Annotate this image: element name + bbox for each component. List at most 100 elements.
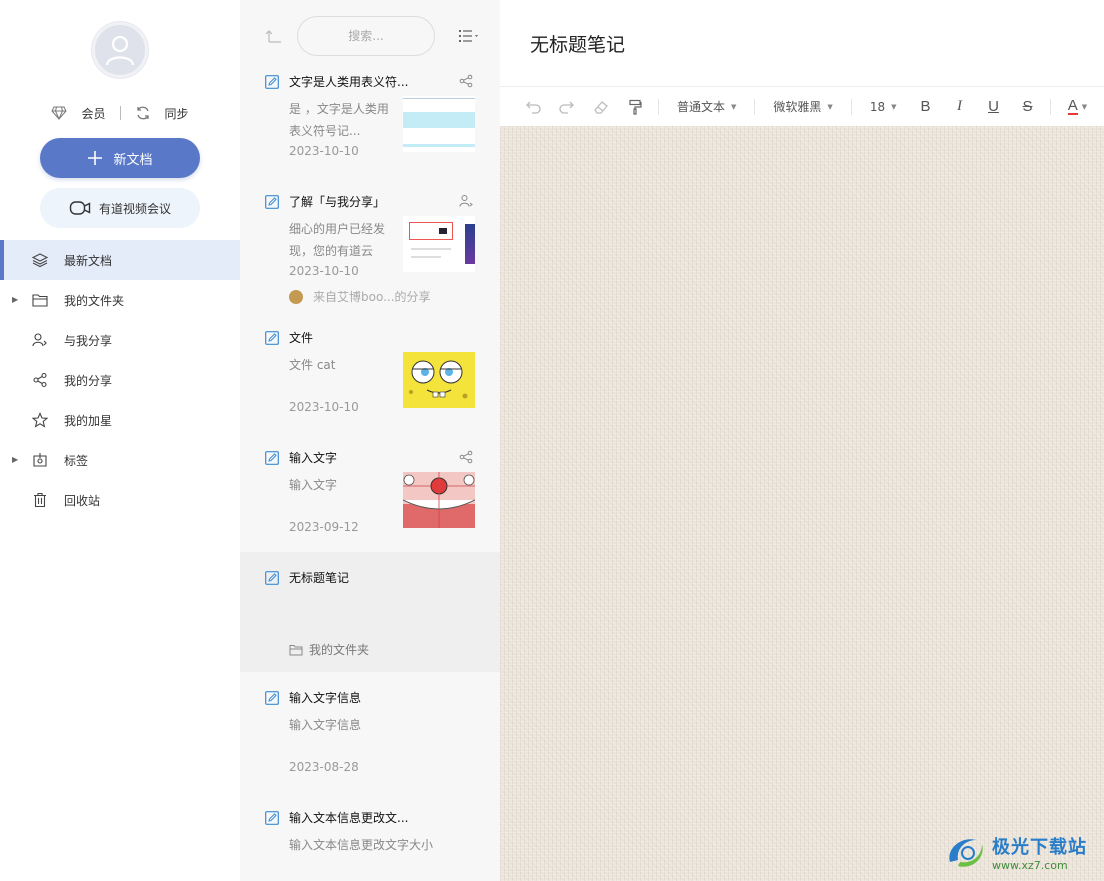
note-editor-canvas[interactable] xyxy=(500,126,1104,881)
font-family-dropdown[interactable]: 微软雅黑 ▼ xyxy=(761,87,844,127)
doc-date: 2023-10-10 xyxy=(289,144,359,158)
sync-button[interactable]: 同步 xyxy=(135,105,189,122)
sidebar-item-trash[interactable]: 回收站 xyxy=(0,480,240,520)
doc-date: 2023-09-12 xyxy=(289,520,359,534)
format-painter-icon xyxy=(629,99,642,115)
new-doc-label: 新文档 xyxy=(113,152,153,168)
font-size-value: 18 xyxy=(869,99,886,114)
paragraph-style-dropdown[interactable]: 普通文本 ▼ xyxy=(665,87,748,127)
share-icon xyxy=(32,372,48,388)
toolbar-divider xyxy=(1050,98,1052,115)
video-camera-icon xyxy=(69,201,91,215)
doc-folder: 我的文件夹 xyxy=(289,641,369,658)
folder-icon xyxy=(32,292,48,308)
sidebar-item-label: 与我分享 xyxy=(64,333,113,348)
share-icon[interactable] xyxy=(459,450,473,464)
shared-user-icon xyxy=(459,195,473,207)
sidebar-item-tags[interactable]: ▶ 标签 xyxy=(0,440,240,480)
note-icon xyxy=(265,811,279,825)
font-family-value: 微软雅黑 xyxy=(773,100,822,114)
sidebar-item-latest[interactable]: 最新文档 xyxy=(0,240,240,280)
toolbar-divider xyxy=(850,98,852,115)
toolbar-divider xyxy=(658,98,659,115)
doc-list-item[interactable]: 输入文本信息更改文... 输入文本信息更改文字大小 xyxy=(240,798,500,881)
doc-title: 输入文本信息更改文... xyxy=(289,811,409,825)
watermark-name: 极光下载站 xyxy=(992,836,1087,858)
watermark-url: www.xz7.com xyxy=(992,858,1068,872)
sidebar-item-folders[interactable]: ▶ 我的文件夹 xyxy=(0,280,240,320)
user-icon xyxy=(105,35,135,66)
sidebar-item-label: 标签 xyxy=(64,453,89,468)
list-view-icon xyxy=(459,30,478,42)
editor-toolbar: 普通文本 ▼ 微软雅黑 ▼ 18 ▼ B I U S A ▼ xyxy=(500,86,1104,126)
member-button[interactable]: 会员 xyxy=(51,105,106,122)
share-icon[interactable] xyxy=(459,74,473,88)
doc-snippet: 文件 cat xyxy=(289,358,336,372)
doc-list-item[interactable]: 文字是人类用表义符... 是 ，文字是人类用表义符号记... 2023-10-1… xyxy=(240,62,500,182)
editor: 无标题笔记 普通文本 ▼ 微软雅黑 ▼ 18 ▼ B I U S A ▼ xyxy=(500,0,1104,881)
bold-button[interactable]: B xyxy=(908,87,942,127)
search-input[interactable] xyxy=(297,16,435,56)
note-icon xyxy=(265,331,279,345)
redo-button[interactable] xyxy=(550,87,584,127)
doc-list-item[interactable]: 输入文字信息 输入文字信息 2023-08-28 xyxy=(240,678,500,798)
doc-list: 文字是人类用表义符... 是 ，文字是人类用表义符号记... 2023-10-1… xyxy=(240,0,500,881)
new-doc-button[interactable]: 新文档 xyxy=(40,138,200,178)
chevron-down-icon: ▼ xyxy=(731,102,737,111)
doc-date: 2023-08-28 xyxy=(289,760,359,774)
doc-snippet: 细心的用户已经发现，您的有道云笔... xyxy=(289,222,386,258)
watermark: 极光下载站 www.xz7.com xyxy=(944,829,1100,875)
shared-from-label: 来自艾博boo...的分享 xyxy=(313,290,431,304)
note-icon xyxy=(265,451,279,465)
sharer-avatar xyxy=(289,290,303,304)
paragraph-style-value: 普通文本 xyxy=(677,100,726,114)
doc-title: 文字是人类用表义符... xyxy=(289,75,409,89)
sidebar-item-shared-with-me[interactable]: 与我分享 xyxy=(0,320,240,360)
doc-list-item[interactable]: 了解「与我分享」 细心的用户已经发现，您的有道云笔... 2023-10-10 … xyxy=(240,182,500,304)
redo-icon xyxy=(559,101,574,114)
trash-icon xyxy=(32,492,48,508)
caret-right-icon[interactable]: ▶ xyxy=(12,295,18,304)
back-up-button[interactable] xyxy=(264,26,284,46)
doc-title: 输入文字 xyxy=(289,451,338,465)
chevron-down-icon: ▼ xyxy=(1081,102,1088,111)
chevron-down-icon: ▼ xyxy=(891,102,897,111)
doc-snippet: 输入文字 xyxy=(289,478,338,492)
sidebar-item-label: 回收站 xyxy=(64,493,101,508)
font-color-button[interactable]: A ▼ xyxy=(1057,87,1097,127)
font-size-dropdown[interactable]: 18 ▼ xyxy=(858,87,909,127)
doc-title: 了解「与我分享」 xyxy=(289,195,386,209)
avatar[interactable] xyxy=(92,22,148,78)
doc-date: 2023-10-10 xyxy=(289,400,359,414)
doc-title: 文件 xyxy=(289,331,314,345)
caret-right-icon[interactable]: ▶ xyxy=(12,455,18,464)
doc-thumbnail xyxy=(403,472,475,528)
doc-list-item[interactable]: 文件 文件 cat 2023-10-10 xyxy=(240,318,500,438)
sidebar-item-label: 我的分享 xyxy=(64,373,113,388)
doc-date: 2023-10-10 xyxy=(289,264,359,278)
diamond-icon xyxy=(51,106,68,120)
sync-label: 同步 xyxy=(164,106,189,121)
format-painter-button[interactable] xyxy=(618,87,652,127)
font-color-value: A xyxy=(1067,97,1078,115)
clear-format-button[interactable] xyxy=(584,87,618,127)
sidebar-item-starred[interactable]: 我的加星 xyxy=(0,400,240,440)
doc-folder-label: 我的文件夹 xyxy=(309,643,370,657)
sidebar-item-label: 我的加星 xyxy=(64,413,113,428)
video-meeting-label: 有道视频会议 xyxy=(98,201,171,216)
note-title[interactable]: 无标题笔记 xyxy=(530,30,625,57)
underline-button[interactable]: U xyxy=(976,87,1010,127)
undo-button[interactable] xyxy=(516,87,550,127)
strikethrough-button[interactable]: S xyxy=(1010,87,1044,127)
doc-thumbnail xyxy=(403,216,475,272)
doc-title: 输入文字信息 xyxy=(289,691,362,705)
toolbar-divider xyxy=(754,98,756,115)
doc-list-item[interactable]: 输入文字 输入文字 2023-09-12 xyxy=(240,438,500,558)
italic-button[interactable]: I xyxy=(942,87,976,127)
view-mode-button[interactable] xyxy=(457,26,483,46)
sidebar-item-my-shares[interactable]: 我的分享 xyxy=(0,360,240,400)
video-meeting-button[interactable]: 有道视频会议 xyxy=(40,188,200,228)
doc-list-item[interactable]: 无标题笔记 我的文件夹 xyxy=(240,552,500,672)
eraser-icon xyxy=(594,100,608,114)
back-up-icon xyxy=(265,30,281,43)
